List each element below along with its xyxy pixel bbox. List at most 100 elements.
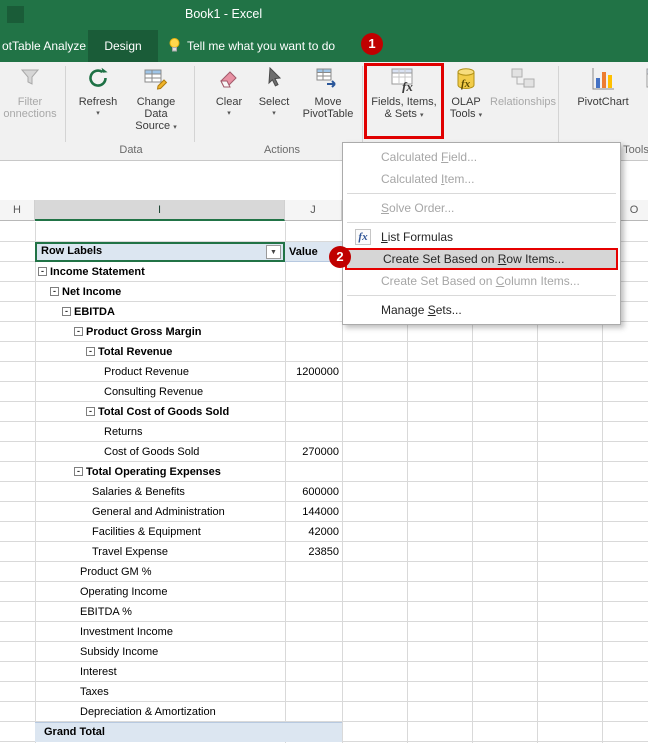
collapse-icon[interactable]: - <box>86 407 95 416</box>
pivot-row-label[interactable]: Cost of Goods Sold <box>35 442 285 462</box>
row-labels-text: Row Labels <box>41 245 103 257</box>
relationships-button: Relationships <box>490 64 556 138</box>
change-data-source-button[interactable]: Change Data Source ▾ <box>124 64 188 138</box>
group-label-actions: Actions <box>263 144 301 156</box>
pivot-row-label[interactable]: Product GM % <box>35 562 285 582</box>
refresh-button[interactable]: Refresh ▾ <box>74 64 122 138</box>
collapse-icon[interactable]: - <box>74 327 83 336</box>
clear-button[interactable]: Clear ▾ <box>206 64 252 138</box>
dropdown-arrow-icon: ▾ <box>478 112 483 119</box>
move-pivottable-label: Move <box>314 96 342 108</box>
pivot-cell-value[interactable]: 23850 <box>285 542 342 562</box>
pivot-row-label[interactable]: - Net Income <box>35 282 285 302</box>
pivot-row: Depreciation & Amortization <box>0 702 648 722</box>
pivot-row: Returns <box>0 422 648 442</box>
collapse-icon[interactable]: - <box>86 347 95 356</box>
pivot-row-label[interactable]: Travel Expense <box>35 542 285 562</box>
pivot-cell-value[interactable]: 144000 <box>285 502 342 522</box>
pivot-row-label[interactable]: - Total Operating Expenses <box>35 462 285 482</box>
pivot-row: Subsidy Income <box>0 642 648 662</box>
annotation-step-1: 1 <box>361 33 383 55</box>
olap-tools-label: OLAP <box>451 96 481 108</box>
pivot-row-label[interactable]: Salaries & Benefits <box>35 482 285 502</box>
ribbon-tab-bar: otTable Analyze Design Tell me what you … <box>0 30 648 62</box>
create-set-column-items-menu-item: Create Set Based on Column Items... <box>345 270 618 292</box>
tell-me-box[interactable]: Tell me what you want to do <box>168 30 335 62</box>
pivot-cell-value[interactable]: 42000 <box>285 522 342 542</box>
calculated-field-menu-item: Calculated Field... <box>345 146 618 168</box>
clipped-ribbon-button[interactable] <box>638 64 648 138</box>
svg-text:fx: fx <box>461 78 471 90</box>
pivot-cell-value[interactable]: 270000 <box>285 442 342 462</box>
manage-sets-menu-item[interactable]: Manage Sets... <box>345 299 618 321</box>
tell-me-label: Tell me what you want to do <box>187 39 336 53</box>
pivot-row: Product GM % <box>0 562 648 582</box>
solve-order-menu-item: Solve Order... <box>345 197 618 219</box>
pivotchart-button[interactable]: PivotChart <box>572 64 634 138</box>
collapse-icon[interactable]: - <box>74 467 83 476</box>
pivot-row-label[interactable]: - Product Gross Margin <box>35 322 285 342</box>
group-separator <box>65 66 66 142</box>
pivot-row: Interest <box>0 662 648 682</box>
dropdown-arrow-icon: ▾ <box>96 110 100 117</box>
fx-icon: fx <box>355 229 371 245</box>
pivot-row-label[interactable]: EBITDA % <box>35 602 285 622</box>
menu-item-label: Manage Sets... <box>381 303 462 317</box>
tab-design[interactable]: Design <box>88 30 158 62</box>
move-pivottable-button[interactable]: Move PivotTable <box>298 64 358 138</box>
pivot-row: Investment Income <box>0 622 648 642</box>
menu-item-label: Create Set Based on Column Items... <box>381 274 580 288</box>
pivot-row-label[interactable]: - Total Cost of Goods Sold <box>35 402 285 422</box>
collapse-icon[interactable]: - <box>62 307 71 316</box>
pivot-row-label[interactable]: Returns <box>35 422 285 442</box>
clear-label: Clear <box>215 96 243 108</box>
pivot-row-label[interactable]: - Total Revenue <box>35 342 285 362</box>
row-labels-cell[interactable]: Row Labels ▼ <box>35 242 285 262</box>
tab-pivottable-analyze[interactable]: otTable Analyze <box>0 30 88 62</box>
create-set-row-items-menu-item[interactable]: Create Set Based on Row Items... <box>345 248 618 270</box>
menu-item-label: Calculated Item... <box>381 172 475 186</box>
collapse-icon[interactable]: - <box>38 267 47 276</box>
pivot-row-label[interactable]: Grand Total <box>35 722 285 742</box>
relationships-icon <box>490 64 556 96</box>
fields-items-sets-menu: Calculated Field... Calculated Item... Sol… <box>342 142 621 325</box>
pivot-row-label[interactable]: - EBITDA <box>35 302 285 322</box>
dropdown-arrow-icon: ▾ <box>227 110 231 117</box>
column-header-H[interactable]: H <box>0 200 35 221</box>
collapse-icon[interactable]: - <box>50 287 59 296</box>
refresh-label: Refresh <box>78 96 118 108</box>
pivot-row: Grand Total <box>0 722 648 742</box>
pivot-row-label[interactable]: Facilities & Equipment <box>35 522 285 542</box>
filter-connections-icon <box>0 64 60 96</box>
pivot-row: Travel Expense 23850 <box>0 542 648 562</box>
pivot-row-label[interactable]: Depreciation & Amortization <box>35 702 285 722</box>
pivot-row-label[interactable]: Interest <box>35 662 285 682</box>
pivot-cell-value[interactable]: 600000 <box>285 482 342 502</box>
change-data-source-label: Change Data <box>136 96 176 120</box>
pivot-cell-value[interactable]: 1200000 <box>285 362 342 382</box>
change-data-source-icon <box>124 64 188 96</box>
annotation-rectangle-step1 <box>364 63 444 139</box>
select-label: Select <box>258 96 290 108</box>
move-pivottable-icon <box>298 64 358 96</box>
olap-tools-button[interactable]: fx OLAP Tools ▾ <box>444 64 488 138</box>
column-header-I[interactable]: I <box>35 200 285 221</box>
select-button[interactable]: Select ▾ <box>252 64 296 138</box>
menu-item-label: List Formulas <box>381 230 454 244</box>
pivot-row-label[interactable]: Product Revenue <box>35 362 285 382</box>
list-formulas-menu-item[interactable]: fx List Formulas <box>345 226 618 248</box>
menu-item-label: Create Set Based on Row Items... <box>383 252 565 266</box>
eraser-icon <box>206 64 252 96</box>
pivot-row-label[interactable]: General and Administration <box>35 502 285 522</box>
pivot-row: - Total Cost of Goods Sold <box>0 402 648 422</box>
title-bar: Book1 - Excel <box>0 0 648 30</box>
column-header-J[interactable]: J <box>285 200 342 221</box>
pivot-row-label[interactable]: - Income Statement <box>35 262 285 282</box>
pivot-row-label[interactable]: Consulting Revenue <box>35 382 285 402</box>
pivot-row-label[interactable]: Taxes <box>35 682 285 702</box>
pivot-row-label[interactable]: Subsidy Income <box>35 642 285 662</box>
menu-separator <box>347 222 616 223</box>
filter-dropdown-button[interactable]: ▼ <box>266 245 281 259</box>
pivot-row-label[interactable]: Investment Income <box>35 622 285 642</box>
pivot-row-label[interactable]: Operating Income <box>35 582 285 602</box>
